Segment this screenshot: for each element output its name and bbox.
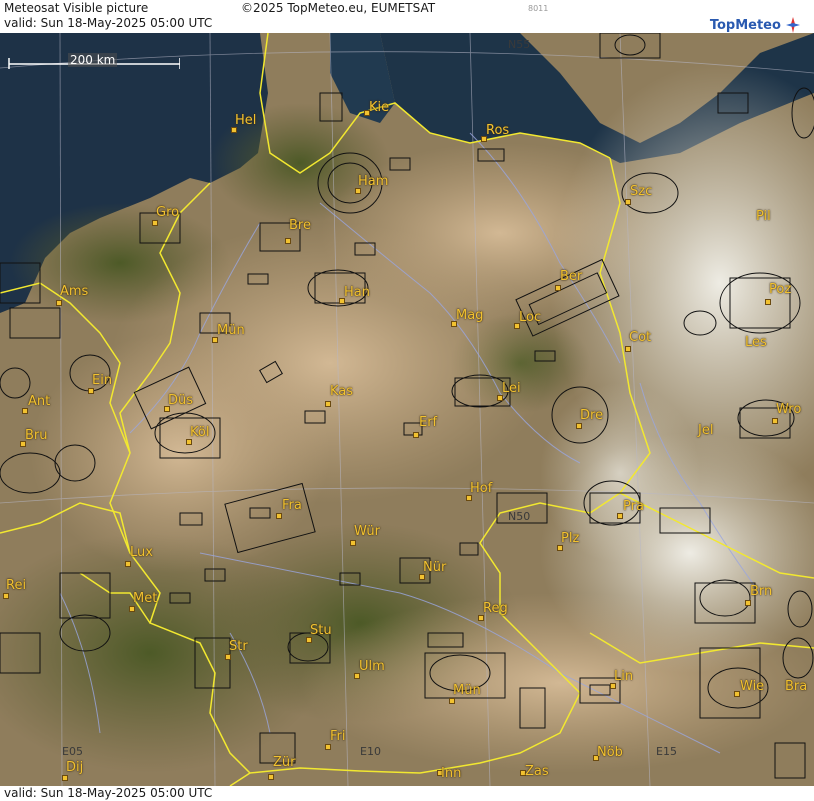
city-label-szczecin: Szc — [630, 184, 653, 199]
city-label-eindhoven: Ein — [92, 373, 113, 388]
city-marker-icon — [772, 418, 778, 424]
city-label-brussels: Bru — [25, 428, 48, 443]
satellite-map-frame: Meteosat Visible picture ©2025 TopMeteo.… — [0, 0, 814, 801]
city-marker-icon — [765, 299, 771, 305]
city-marker-icon — [285, 238, 291, 244]
scale-label: 200 km — [68, 53, 118, 67]
city-marker-icon — [276, 513, 282, 519]
city-label-wroclaw: Wro — [776, 402, 802, 417]
city-label-reims: Rei — [6, 578, 27, 593]
grid-label-e10: E10 — [360, 745, 381, 758]
city-label-zas: Zas — [525, 764, 549, 779]
city-label-dresden: Dre — [580, 408, 604, 423]
city-marker-icon — [56, 300, 62, 306]
grid-label-n55: N55 — [508, 38, 531, 51]
city-marker-icon — [268, 774, 274, 780]
city-label-zurich: Zür — [273, 755, 296, 770]
product-code: 8011 — [528, 4, 549, 13]
city-label-friedrichshafen: Fri — [330, 729, 346, 744]
city-label-amsterdam: Ams — [60, 284, 89, 299]
topmeteo-logo: TopMeteo — [710, 14, 800, 33]
city-marker-icon — [125, 561, 131, 567]
city-marker-icon — [576, 423, 582, 429]
city-label-munster: Mün — [217, 323, 245, 338]
copyright-text: ©2025 TopMeteo.eu, EUMETSAT — [241, 1, 436, 15]
city-label-hamburg: Ham — [358, 174, 389, 189]
city-label-plzen: Plz — [561, 531, 580, 546]
city-label-innsbruck: Inn — [441, 766, 462, 781]
city-marker-icon — [129, 606, 135, 612]
city-marker-icon — [449, 698, 455, 704]
city-label-berlin: Ber — [560, 269, 583, 284]
city-label-brno: Brn — [750, 584, 773, 599]
city-marker-icon — [152, 220, 158, 226]
city-label-linz: Lin — [614, 669, 634, 684]
city-label-wurzburg: Wür — [354, 524, 380, 539]
city-label-koln: Köl — [190, 425, 210, 440]
footer-bar: valid: Sun 18-May-2025 05:00 UTC — [0, 786, 814, 801]
city-label-kassel: Kas — [330, 384, 354, 399]
city-label-dusseldorf: Düs — [168, 393, 194, 408]
city-marker-icon — [325, 401, 331, 407]
city-label-groningen: Gro — [156, 205, 180, 220]
city-label-praha: Pra — [623, 499, 644, 514]
city-marker-icon — [88, 388, 94, 394]
compass-icon — [786, 16, 800, 33]
city-label-leipzig: Lei — [502, 381, 521, 396]
valid-time-bottom: valid: Sun 18-May-2025 05:00 UTC — [4, 786, 213, 800]
city-label-hannover: Han — [344, 285, 370, 300]
valid-time-top: valid: Sun 18-May-2025 05:00 UTC — [4, 16, 213, 30]
city-label-metz: Met — [133, 591, 158, 606]
city-label-rostock: Ros — [486, 123, 510, 138]
city-label-strasbourg: Str — [229, 639, 248, 654]
city-label-pila: Pil — [756, 209, 771, 224]
city-marker-icon — [62, 775, 68, 781]
city-label-jelenia: Jel — [698, 423, 714, 438]
city-label-regensburg: Reg — [483, 601, 508, 616]
city-marker-icon — [325, 744, 331, 750]
city-label-nurnberg: Nür — [423, 560, 447, 575]
logo-text: TopMeteo — [709, 18, 781, 33]
grid-label-e15: E15 — [656, 745, 677, 758]
city-label-frankfurt: Fra — [282, 498, 302, 513]
city-label-erfurt: Erf — [419, 415, 438, 430]
city-label-poznan: Poz — [769, 282, 792, 297]
city-label-bremen: Bre — [289, 218, 311, 233]
city-marker-icon — [625, 346, 631, 352]
city-label-dijon: Dij — [66, 760, 84, 775]
city-marker-icon — [225, 654, 231, 660]
city-label-bratislava: Bra — [785, 679, 808, 694]
city-label-luxembourg: Lux — [130, 545, 153, 560]
city-label-leszno: Les — [745, 335, 767, 350]
city-label-ulm: Ulm — [359, 659, 385, 674]
header-bar: Meteosat Visible picture ©2025 TopMeteo.… — [0, 0, 814, 33]
grid-label-n50: N50 — [508, 510, 531, 523]
grid-label-e05: E05 — [62, 745, 83, 758]
city-label-helgoland: Hel — [235, 113, 257, 128]
map-title: Meteosat Visible picture — [4, 1, 149, 15]
city-label-kiel: Kie — [369, 100, 390, 115]
city-label-wien: Wie — [740, 679, 765, 694]
city-marker-icon — [555, 285, 561, 291]
city-label-munchen: Mün — [453, 683, 481, 698]
city-label-hof: Hof — [470, 481, 493, 496]
city-label-cottbus: Cot — [629, 330, 652, 345]
city-marker-icon — [3, 593, 9, 599]
city-label-nob: Nöb — [597, 745, 623, 760]
city-label-magdeburg: Mag — [456, 308, 484, 323]
city-marker-icon — [413, 432, 419, 438]
city-marker-icon — [745, 600, 751, 606]
city-label-antwerp: Ant — [28, 394, 51, 409]
city-label-loc: Loc — [519, 310, 542, 325]
city-marker-icon — [350, 540, 356, 546]
map-svg — [0, 33, 814, 786]
satellite-image: 200 km N55 N50 E05 E10 E15 Kie Hel Ros H… — [0, 33, 814, 786]
city-marker-icon — [625, 199, 631, 205]
city-label-stuttgart: Stu — [310, 623, 332, 638]
